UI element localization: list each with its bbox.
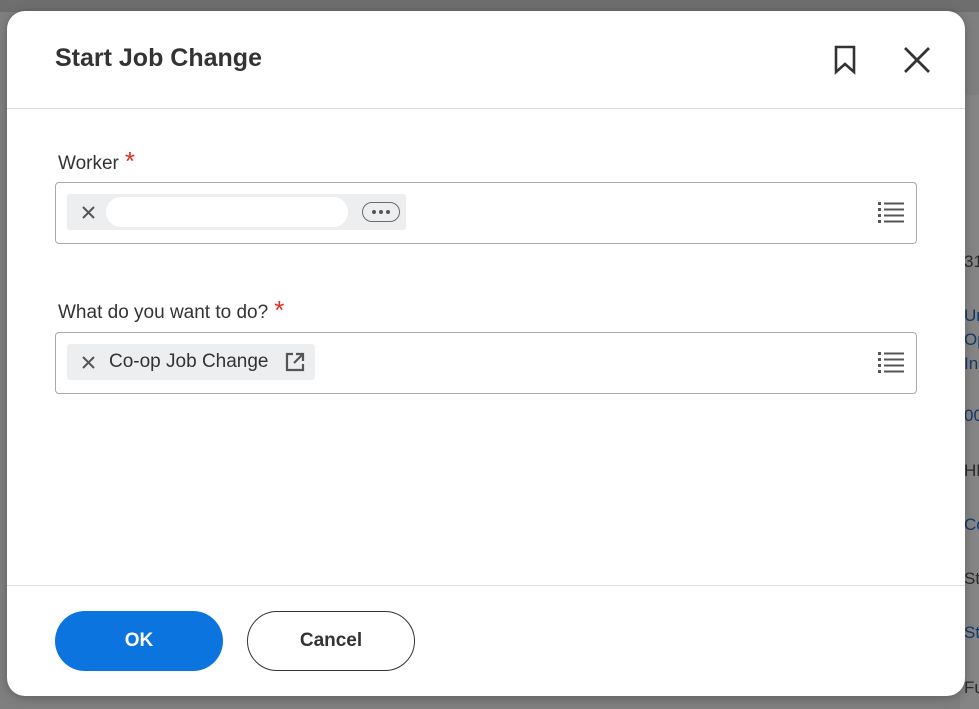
- background-link: Sta: [964, 623, 979, 642]
- dialog-footer: OK Cancel: [7, 585, 965, 696]
- external-link-icon: [285, 352, 304, 372]
- close-icon: [904, 47, 930, 73]
- background-link: 00: [964, 406, 979, 425]
- ellipsis-icon-dot: [372, 210, 376, 214]
- close-dialog-button[interactable]: [899, 42, 935, 78]
- close-icon: [81, 355, 95, 369]
- background-link: Op: [964, 330, 979, 349]
- required-indicator: *: [274, 295, 285, 325]
- background-text: 31: [964, 252, 979, 271]
- worker-label: Worker *: [58, 145, 135, 176]
- worker-label-text: Worker: [58, 153, 119, 174]
- action-field[interactable]: Co-op Job Change: [55, 332, 917, 394]
- action-label-text: What do you want to do?: [58, 302, 269, 323]
- action-label: What do you want to do? *: [58, 294, 284, 325]
- worker-field[interactable]: [55, 182, 917, 244]
- bookmark-button[interactable]: [827, 42, 863, 78]
- action-prompt-button[interactable]: [877, 349, 905, 375]
- background-link: Co: [964, 515, 979, 534]
- dialog-title: Start Job Change: [55, 44, 262, 72]
- cancel-button[interactable]: Cancel: [247, 611, 415, 671]
- close-icon: [81, 205, 95, 219]
- list-icon: [878, 352, 904, 373]
- worker-more-button[interactable]: [362, 202, 400, 222]
- worker-selected-pill: [67, 194, 406, 230]
- background-link: In: [964, 354, 979, 373]
- ok-button[interactable]: OK: [55, 611, 223, 671]
- bookmark-icon: [834, 45, 856, 75]
- background-text: Sta: [964, 569, 979, 588]
- ellipsis-icon-dot: [386, 210, 390, 214]
- ellipsis-icon-dot: [379, 210, 383, 214]
- background-text: Fu: [964, 678, 979, 697]
- start-job-change-dialog: Start Job Change Worker * What do you wa…: [7, 11, 965, 696]
- action-selected-value: Co-op Job Change: [109, 351, 269, 372]
- list-icon: [878, 202, 904, 223]
- remove-worker-button[interactable]: [78, 202, 98, 222]
- background-text: HF: [964, 461, 979, 480]
- worker-prompt-button[interactable]: [877, 199, 905, 225]
- background-link: Ur: [964, 306, 979, 325]
- required-indicator: *: [124, 146, 136, 176]
- action-selected-pill: Co-op Job Change: [67, 344, 315, 380]
- open-action-button[interactable]: [284, 351, 306, 373]
- remove-action-button[interactable]: [78, 352, 98, 372]
- dialog-header: Start Job Change: [7, 11, 965, 109]
- worker-name-redacted: [106, 197, 348, 227]
